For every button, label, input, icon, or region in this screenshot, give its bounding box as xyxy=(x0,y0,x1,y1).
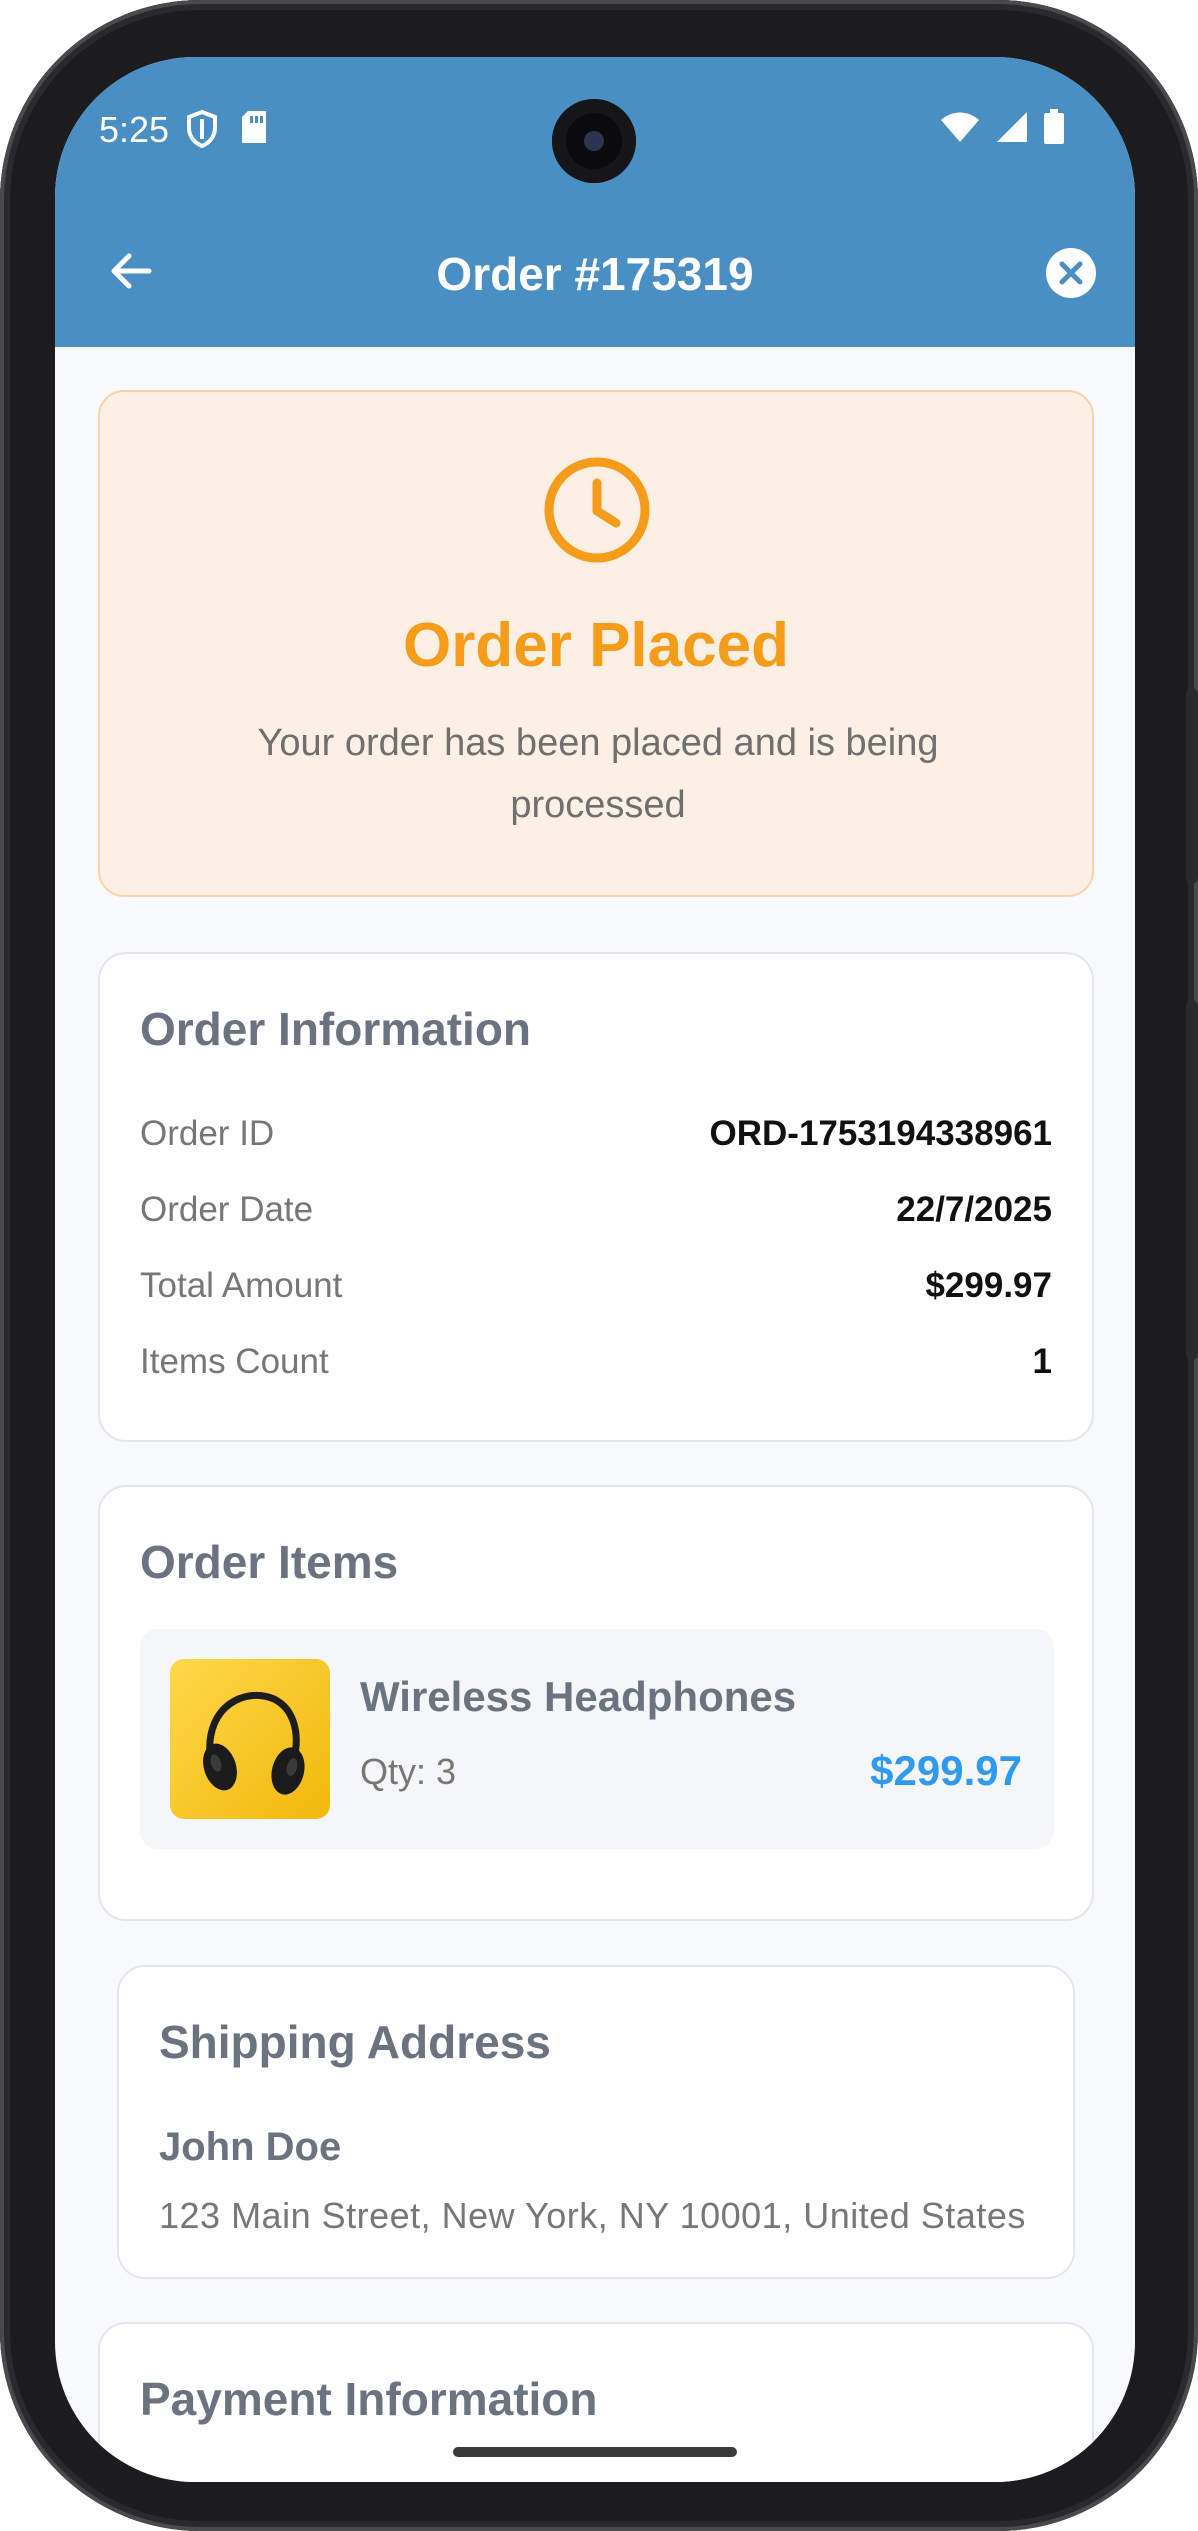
screen: 5:25 Order #175319 Order Placed Your ord… xyxy=(55,57,1135,2482)
payment-information-card: Payment Information xyxy=(98,2322,1094,2482)
info-row-order-id: Order ID ORD-1753194338961 xyxy=(140,1114,1052,1164)
signal-icon xyxy=(997,112,1027,142)
order-status-title: Order Placed xyxy=(403,611,789,680)
phone-frame: 5:25 Order #175319 Order Placed Your ord… xyxy=(0,0,1198,2531)
item-price: $299.97 xyxy=(870,1747,1022,1794)
info-row-items-count: Items Count 1 xyxy=(140,1342,1052,1392)
home-indicator[interactable] xyxy=(453,2447,737,2457)
headphones-image xyxy=(170,1659,330,1819)
payment-information-title: Payment Information xyxy=(140,2373,598,2425)
page-title: Order #175319 xyxy=(436,248,754,300)
order-items-title: Order Items xyxy=(140,1536,399,1588)
clock-icon xyxy=(544,457,650,563)
front-camera xyxy=(552,99,636,183)
shipping-address-title: Shipping Address xyxy=(159,2016,551,2068)
info-value: ORD-1753194338961 xyxy=(709,1114,1052,1153)
order-status-message: Your order has been placed and is being … xyxy=(257,722,939,826)
sd-card-icon xyxy=(242,111,266,143)
order-items-card: Order Items Wireless Headphones Qty: 3 $… xyxy=(98,1485,1094,1921)
info-row-order-date: Order Date 22/7/2025 xyxy=(140,1190,1052,1240)
close-circle-icon xyxy=(1046,248,1096,298)
volume-button xyxy=(1186,1000,1198,1360)
info-label: Items Count xyxy=(140,1342,329,1381)
battery-icon xyxy=(1044,109,1064,144)
wifi-icon xyxy=(941,112,979,142)
close-button[interactable] xyxy=(1045,247,1097,299)
info-label: Order Date xyxy=(140,1190,314,1229)
headphones-icon xyxy=(170,1659,330,1819)
info-row-total-amount: Total Amount $299.97 xyxy=(140,1266,1052,1316)
shipping-address-card: Shipping Address John Doe 123 Main Stree… xyxy=(117,1965,1075,2279)
info-value: $299.97 xyxy=(925,1266,1052,1305)
status-time: 5:25 xyxy=(99,109,170,150)
power-button xyxy=(1186,688,1198,884)
order-information-card: Order Information Order ID ORD-175319433… xyxy=(98,952,1094,1442)
item-quantity: Qty: 3 xyxy=(360,1751,457,1792)
recipient-name: John Doe xyxy=(159,2125,342,2169)
info-label: Total Amount xyxy=(140,1266,343,1305)
shield-icon xyxy=(187,109,217,149)
order-item[interactable]: Wireless Headphones Qty: 3 $299.97 xyxy=(140,1629,1054,1849)
order-status-card: Order Placed Your order has been placed … xyxy=(98,390,1094,897)
shipping-address-text: 123 Main Street, New York, NY 10001, Uni… xyxy=(159,2195,1026,2236)
info-value: 1 xyxy=(1032,1342,1052,1381)
item-name: Wireless Headphones xyxy=(360,1673,797,1720)
order-information-title: Order Information xyxy=(140,1003,532,1055)
info-value: 22/7/2025 xyxy=(896,1190,1052,1229)
info-label: Order ID xyxy=(140,1114,275,1153)
app-header: 5:25 Order #175319 xyxy=(55,57,1135,347)
